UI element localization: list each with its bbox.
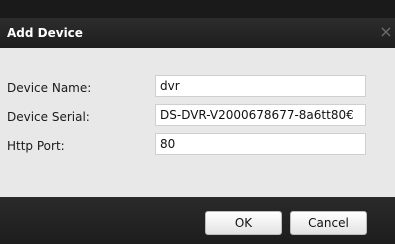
window-top-strip (0, 0, 395, 18)
http-port-label: Http Port: (7, 139, 65, 153)
add-device-dialog: Add Device × Device Name: Device Serial:… (0, 0, 395, 244)
device-name-label: Device Name: (7, 81, 92, 95)
device-serial-label: Device Serial: (7, 110, 90, 124)
device-serial-field[interactable] (155, 104, 366, 126)
device-name-field[interactable] (155, 75, 366, 97)
cancel-button[interactable]: Cancel (290, 211, 367, 235)
dialog-title: Add Device (7, 26, 83, 40)
dialog-titlebar: Add Device × (0, 18, 395, 48)
http-port-field[interactable] (155, 133, 366, 155)
close-icon[interactable]: × (379, 24, 393, 40)
dialog-body: Device Name: Device Serial: Http Port: (0, 48, 395, 197)
dialog-footer: OK Cancel (0, 197, 395, 244)
ok-button[interactable]: OK (205, 211, 282, 235)
